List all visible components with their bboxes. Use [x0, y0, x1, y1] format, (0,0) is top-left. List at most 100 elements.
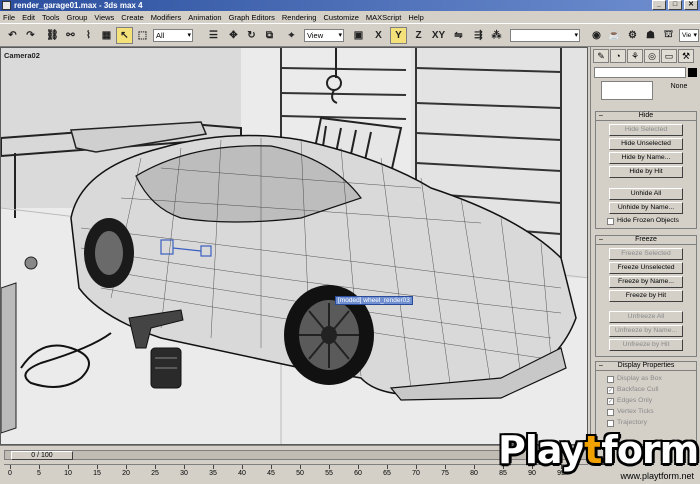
playtform-logo: Playtform	[498, 428, 699, 472]
ruler-tick	[184, 465, 185, 469]
freeze-rollout-header[interactable]: Freeze	[595, 235, 697, 245]
display-as-box-checkbox[interactable]: Display as Box	[607, 374, 662, 384]
hide-selected-button[interactable]: Hide Selected	[609, 124, 683, 136]
display-tab-icon[interactable]: ▭	[661, 49, 677, 63]
select-object-icon[interactable]: ↖	[116, 27, 133, 44]
selection-filter-icon[interactable]: ▦	[98, 27, 115, 44]
checkbox-box[interactable]: ✓	[607, 386, 614, 394]
freeze-unselected-button[interactable]: Freeze Unselected	[609, 262, 683, 274]
render-last-icon[interactable]: ☗	[642, 27, 659, 44]
minimize-button[interactable]: _	[652, 0, 666, 10]
restrict-xy-button[interactable]: XY	[430, 27, 447, 44]
menu-customize[interactable]: Customize	[323, 13, 358, 22]
ruler-tick-label: 45	[267, 470, 275, 477]
checkbox-box[interactable]: ✓	[607, 397, 614, 405]
checkbox-box[interactable]	[607, 217, 614, 225]
maximize-button[interactable]: □	[668, 0, 682, 10]
reference-coordinate-dropdown[interactable]: View	[304, 29, 344, 42]
vertex-ticks-checkbox[interactable]: Vertex Ticks	[607, 407, 654, 417]
hide-frozen-objects-checkbox[interactable]: Hide Frozen Objects	[607, 216, 679, 226]
unfreeze-all-button[interactable]: Unfreeze All	[609, 311, 683, 323]
menu-modifiers[interactable]: Modifiers	[151, 13, 181, 22]
menu-rendering[interactable]: Rendering	[282, 13, 317, 22]
hide-rollout-header[interactable]: Hide	[595, 111, 697, 121]
ruler-tick	[155, 465, 156, 469]
edges-only-checkbox[interactable]: ✓ Edges Only	[607, 396, 652, 406]
mirror-icon[interactable]: ⇋	[450, 27, 467, 44]
freeze-by-hit-button[interactable]: Freeze by Hit	[609, 290, 683, 302]
quick-render-icon[interactable]: ⚙	[624, 27, 641, 44]
restrict-y-button[interactable]: Y	[390, 27, 407, 44]
motion-tab-icon[interactable]: ◎	[644, 49, 660, 63]
close-button[interactable]: ✕	[684, 0, 698, 10]
checkbox-box[interactable]	[607, 375, 614, 383]
time-slider-thumb[interactable]: 0 / 100	[11, 451, 73, 460]
selection-filter-dropdown[interactable]: All	[153, 29, 193, 42]
menu-group[interactable]: Group	[67, 13, 88, 22]
select-move-icon[interactable]: ✥	[225, 27, 242, 44]
ruler-tick-label: 75	[441, 470, 449, 477]
menu-animation[interactable]: Animation	[188, 13, 221, 22]
menu-file[interactable]: File	[3, 13, 15, 22]
playtform-watermark: Playtform www.playtform.net	[490, 426, 700, 484]
named-selection-dropdown[interactable]	[510, 29, 580, 42]
bind-space-warp-icon[interactable]: ⌇	[80, 27, 97, 44]
undo-icon[interactable]: ↶	[4, 27, 21, 44]
unhide-by-name-button[interactable]: Unhide by Name...	[609, 202, 683, 214]
spacing-tool-icon[interactable]: ⁂	[488, 27, 505, 44]
menu-maxscript[interactable]: MAXScript	[366, 13, 401, 22]
material-editor-icon[interactable]: ◉	[588, 27, 605, 44]
viewport-label[interactable]: Camera02	[4, 51, 40, 60]
hide-by-name-button[interactable]: Hide by Name...	[609, 152, 683, 164]
modify-tab-icon[interactable]: ◔	[610, 49, 626, 63]
ruler-tick-label: 0	[8, 470, 12, 477]
object-name-field[interactable]	[594, 67, 686, 78]
display-color-box[interactable]	[601, 81, 653, 100]
ruler-tick-label: 70	[412, 470, 420, 477]
menu-create[interactable]: Create	[121, 13, 144, 22]
menu-edit[interactable]: Edit	[22, 13, 35, 22]
menu-views[interactable]: Views	[94, 13, 114, 22]
command-panel-tabs: ✎ ◔ ⚘ ◎ ▭ ⚒	[591, 47, 700, 65]
backface-cull-checkbox[interactable]: ✓ Backface Cull	[607, 385, 659, 395]
hide-by-hit-button[interactable]: Hide by Hit	[609, 166, 683, 178]
freeze-by-name-button[interactable]: Freeze by Name...	[609, 276, 683, 288]
ruler-tick	[387, 465, 388, 469]
select-rotate-icon[interactable]: ↻	[243, 27, 260, 44]
redo-icon[interactable]: ↷	[22, 27, 39, 44]
display-properties-rollout-header[interactable]: Display Properties	[595, 361, 697, 371]
unhide-all-button[interactable]: Unhide All	[609, 188, 683, 200]
restrict-z-button[interactable]: Z	[410, 27, 427, 44]
utilities-tab-icon[interactable]: ⚒	[678, 49, 694, 63]
render-type-dropdown[interactable]: Vie	[679, 29, 699, 42]
checkbox-label: Hide Frozen Objects	[617, 217, 679, 224]
none-label[interactable]: None	[661, 81, 697, 92]
restrict-x-button[interactable]: X	[370, 27, 387, 44]
app-icon[interactable]	[2, 1, 11, 10]
select-region-icon[interactable]: ⬚	[134, 27, 151, 44]
select-link-icon[interactable]: ⛓	[44, 27, 61, 44]
object-color-swatch[interactable]	[688, 68, 697, 77]
select-by-name-icon[interactable]: ☰	[205, 27, 222, 44]
hide-unselected-button[interactable]: Hide Unselected	[609, 138, 683, 150]
pivot-center-icon[interactable]: ▣	[350, 27, 367, 44]
teapot-icon[interactable]: ⛫	[660, 27, 677, 44]
render-scene-icon[interactable]: ☕	[606, 27, 623, 44]
menu-graph-editors[interactable]: Graph Editors	[229, 13, 275, 22]
menu-help[interactable]: Help	[408, 13, 423, 22]
create-tab-icon[interactable]: ✎	[593, 49, 609, 63]
unfreeze-by-hit-button[interactable]: Unfreeze by Hit	[609, 339, 683, 351]
snap-icon[interactable]: ⌖	[283, 27, 300, 44]
select-scale-icon[interactable]: ⧉	[261, 27, 278, 44]
hierarchy-tab-icon[interactable]: ⚘	[627, 49, 643, 63]
align-icon[interactable]: ⇶	[470, 27, 487, 44]
ruler-tick	[358, 465, 359, 469]
ruler-tick	[242, 465, 243, 469]
unfreeze-by-name-button[interactable]: Unfreeze by Name...	[609, 325, 683, 337]
freeze-selected-button[interactable]: Freeze Selected	[609, 248, 683, 260]
checkbox-box[interactable]	[607, 408, 614, 416]
ruler-tick-label: 35	[209, 470, 217, 477]
camera-viewport[interactable]: Camera02 [moded] wheel_render03	[0, 47, 588, 445]
menu-tools[interactable]: Tools	[42, 13, 60, 22]
unlink-icon[interactable]: ⚯	[62, 27, 79, 44]
